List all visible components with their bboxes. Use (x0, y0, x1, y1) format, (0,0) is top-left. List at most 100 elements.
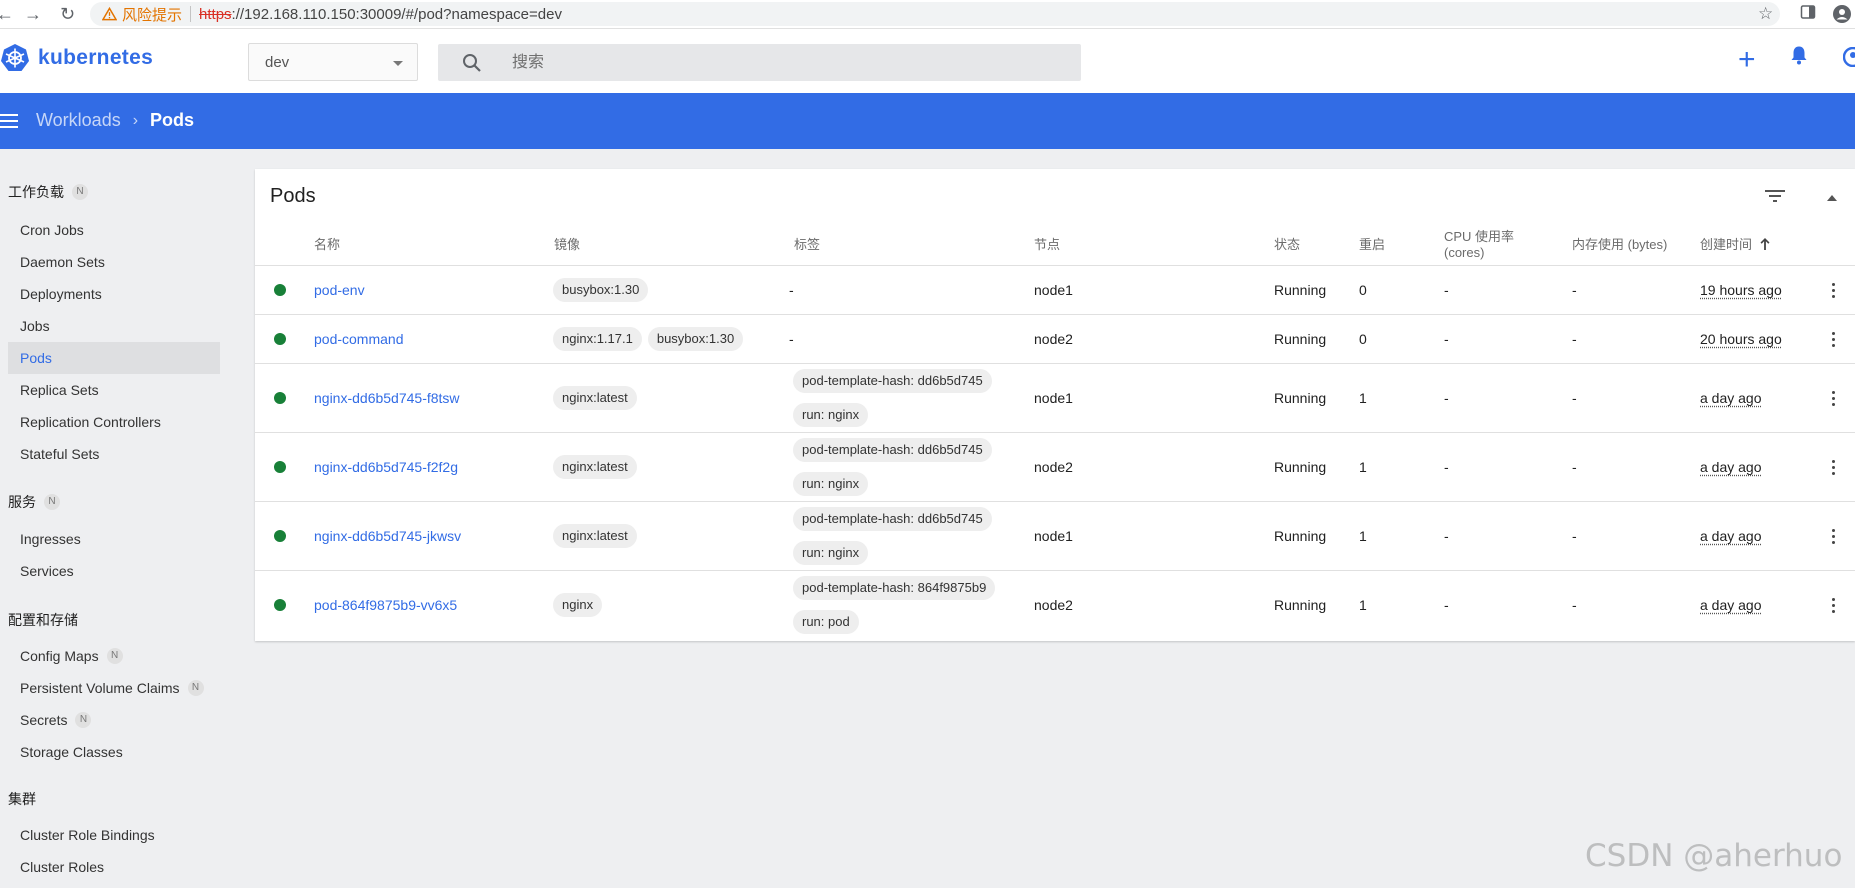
filter-icon[interactable] (1765, 189, 1785, 203)
search-icon (462, 53, 482, 73)
sidebar-item-persistent-volume-claims[interactable]: Persistent Volume Claims N (8, 672, 220, 704)
images-cell: busybox:1.30 (553, 278, 654, 302)
security-warning[interactable]: 风险提示 (102, 4, 182, 25)
label-chip: pod-template-hash: 864f9875b9 (793, 576, 995, 600)
sidebar-item-daemon-sets[interactable]: Daemon Sets (8, 246, 220, 278)
sidebar-item-deployments[interactable]: Deployments (8, 278, 220, 310)
sidebar-item-config-maps[interactable]: Config Maps N (8, 640, 220, 672)
row-menu-icon[interactable] (1832, 391, 1836, 409)
column-header-created[interactable]: 创建时间 (1700, 237, 1770, 253)
sidebar-item-label: Pods (20, 350, 52, 366)
back-icon[interactable]: ← (0, 4, 14, 25)
pod-name-link[interactable]: nginx-dd6b5d745-f8tsw (314, 390, 460, 406)
table-row[interactable]: nginx-dd6b5d745-f2f2g nginx:latest pod-t… (255, 433, 1855, 502)
label-chip: run: nginx (793, 403, 868, 427)
breadcrumb-workloads[interactable]: Workloads (36, 110, 121, 131)
sidebar-item-label: Deployments (20, 286, 102, 302)
create-icon[interactable]: + (1738, 43, 1756, 77)
cpu-cell: - (1444, 282, 1449, 298)
table-row[interactable]: pod-env busybox:1.30 - node1 Running 0 -… (255, 266, 1855, 315)
search-box[interactable] (438, 44, 1081, 81)
label-chip: run: pod (793, 610, 859, 634)
cpu-cell: - (1444, 331, 1449, 347)
url-text: ://192.168.110.150:30009/#/pod?namespace… (232, 6, 562, 23)
created-cell: a day ago (1700, 459, 1762, 475)
row-menu-icon[interactable] (1832, 529, 1836, 547)
sidebar-item-cluster-role-bindings[interactable]: Cluster Role Bindings (8, 819, 220, 851)
pod-name-link[interactable]: pod-command (314, 331, 404, 347)
table-row[interactable]: nginx-dd6b5d745-jkwsv nginx:latest pod-t… (255, 502, 1855, 571)
column-header-status: 状态 (1274, 237, 1300, 253)
sidebar: 工作负载 N Cron Jobs Daemon Sets Deployments… (0, 149, 230, 888)
browser-bar: ← → ↻ 风险提示 https ://192.168.110.150:3000… (0, 0, 1855, 29)
sidebar-item-label: Cluster Role Bindings (20, 827, 155, 843)
sidebar-item-replica-sets[interactable]: Replica Sets (8, 374, 220, 406)
menu-icon[interactable] (0, 114, 18, 132)
bookmark-star-icon[interactable]: ☆ (1758, 4, 1773, 24)
pod-name-link[interactable]: pod-864f9875b9-vv6x5 (314, 597, 457, 613)
collapse-icon[interactable] (1827, 195, 1837, 201)
sidebar-item-secrets[interactable]: Secrets N (8, 704, 220, 736)
warning-label: 风险提示 (122, 4, 182, 25)
forward-icon[interactable]: → (24, 4, 42, 25)
sidebar-item-jobs[interactable]: Jobs (8, 310, 220, 342)
row-menu-icon[interactable] (1832, 460, 1836, 478)
table-row[interactable]: pod-command nginx:1.17.1 busybox:1.30 - n… (255, 315, 1855, 364)
pod-name-link[interactable]: pod-env (314, 282, 365, 298)
row-menu-icon[interactable] (1832, 283, 1836, 301)
section-label: 工作负载 (8, 182, 64, 202)
image-chip: busybox:1.30 (648, 327, 743, 351)
sidebar-section-workloads[interactable]: 工作负载 N (8, 182, 88, 202)
namespace-select[interactable]: dev (248, 43, 418, 81)
sidebar-item-cluster-roles[interactable]: Cluster Roles (8, 851, 220, 883)
sidebar-item-ingresses[interactable]: Ingresses (8, 523, 220, 555)
sidebar-item-label: Daemon Sets (20, 254, 105, 270)
pod-name-link[interactable]: nginx-dd6b5d745-jkwsv (314, 528, 461, 544)
pod-name-link[interactable]: nginx-dd6b5d745-f2f2g (314, 459, 458, 475)
sidebar-item-label: Jobs (20, 318, 50, 334)
images-cell: nginx:latest (553, 455, 643, 479)
profile-icon[interactable] (1832, 4, 1852, 29)
sidebar-item-label: Config Maps (20, 648, 99, 664)
row-menu-icon[interactable] (1832, 598, 1836, 616)
column-header-memory: 内存使用 (bytes) (1572, 237, 1667, 253)
row-menu-icon[interactable] (1832, 332, 1836, 350)
column-header-name[interactable]: 名称 (314, 237, 340, 253)
sidebar-section-cluster[interactable]: 集群 (8, 789, 36, 809)
sidebar-section-service[interactable]: 服务 N (8, 492, 60, 512)
sidepanel-icon[interactable] (1800, 4, 1816, 25)
kubernetes-helm-icon (0, 43, 30, 73)
chevron-right-icon: › (133, 112, 138, 130)
sidebar-item-pods[interactable]: Pods (8, 342, 220, 374)
label-chip: pod-template-hash: dd6b5d745 (793, 369, 992, 393)
kubernetes-logo[interactable]: kubernetes (0, 43, 153, 73)
address-bar[interactable]: 风险提示 https ://192.168.110.150:30009/#/po… (90, 2, 1780, 26)
node-cell: node1 (1034, 528, 1073, 544)
sidebar-item-label: Persistent Volume Claims (20, 680, 180, 696)
sidebar-item-label: Storage Classes (20, 744, 123, 760)
search-input[interactable] (510, 52, 1014, 74)
memory-cell: - (1572, 331, 1577, 347)
sidebar-item-replication-controllers[interactable]: Replication Controllers (8, 406, 220, 438)
notifications-icon[interactable] (1790, 45, 1808, 70)
sidebar-item-cron-jobs[interactable]: Cron Jobs (8, 214, 220, 246)
table-row[interactable]: pod-864f9875b9-vv6x5 nginx pod-template-… (255, 571, 1855, 641)
sidebar-section-config[interactable]: 配置和存储 (8, 610, 78, 630)
breadcrumb: Workloads › Pods (36, 110, 194, 131)
sort-arrow-up-icon (1760, 238, 1770, 250)
restarts-cell: 0 (1359, 331, 1367, 347)
table-row[interactable]: nginx-dd6b5d745-f8tsw nginx:latest pod-t… (255, 364, 1855, 433)
column-header-restarts: 重启 (1359, 237, 1385, 253)
images-cell: nginx:latest (553, 386, 643, 410)
sidebar-item-stateful-sets[interactable]: Stateful Sets (8, 438, 220, 470)
sidebar-item-storage-classes[interactable]: Storage Classes (8, 736, 220, 768)
status-cell: Running (1274, 597, 1326, 613)
created-cell: a day ago (1700, 528, 1762, 544)
memory-cell: - (1572, 390, 1577, 406)
cpu-cell: - (1444, 459, 1449, 475)
memory-cell: - (1572, 597, 1577, 613)
card-title: Pods (270, 185, 316, 208)
sidebar-item-services[interactable]: Services (8, 555, 220, 587)
reload-icon[interactable]: ↻ (60, 4, 75, 25)
account-icon[interactable] (1843, 47, 1855, 72)
